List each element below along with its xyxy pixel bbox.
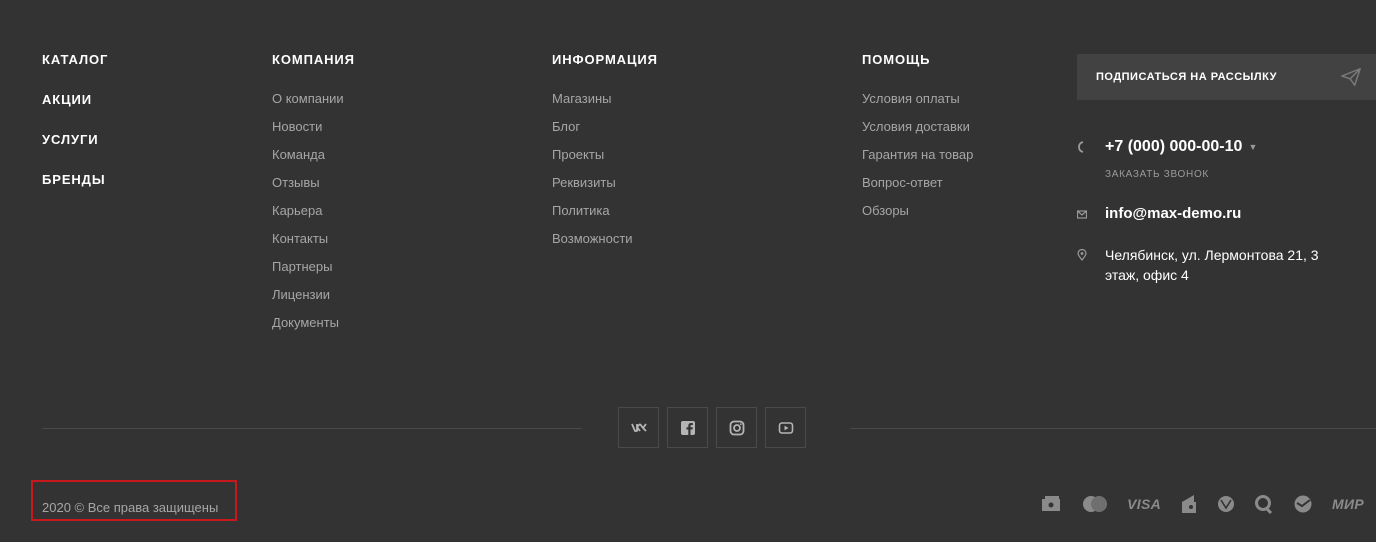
- info-link-projects[interactable]: Проекты: [552, 146, 658, 174]
- visa-icon: VISA: [1127, 496, 1162, 512]
- youtube-button[interactable]: [765, 407, 806, 448]
- info-link-blog[interactable]: Блог: [552, 118, 658, 146]
- payment-methods: VISA МИР: [1041, 494, 1364, 514]
- help-link-warranty[interactable]: Гарантия на товар: [862, 146, 973, 174]
- address-text: Челябинск, ул. Лермонтова 21, 3 этаж, оф…: [1105, 247, 1319, 283]
- help-link-reviews[interactable]: Обзоры: [862, 202, 973, 230]
- facebook-button[interactable]: [667, 407, 708, 448]
- company-link-reviews[interactable]: Отзывы: [272, 174, 355, 202]
- help-link-payment[interactable]: Условия оплаты: [862, 90, 973, 118]
- company-column: КОМПАНИЯ О компании Новости Команда Отзы…: [272, 50, 355, 342]
- company-link-team[interactable]: Команда: [272, 146, 355, 174]
- help-heading[interactable]: ПОМОЩЬ: [862, 50, 973, 70]
- company-heading[interactable]: КОМПАНИЯ: [272, 50, 355, 70]
- company-link-about[interactable]: О компании: [272, 90, 355, 118]
- callback-link[interactable]: ЗАКАЗАТЬ ЗВОНОК: [1105, 169, 1209, 180]
- qiwi-icon: [1254, 494, 1274, 514]
- vk-icon: [630, 422, 647, 432]
- phone-number[interactable]: +7 (000) 000-00-10 ▼: [1105, 137, 1257, 157]
- mail-icon: [1077, 210, 1087, 219]
- mir-icon: МИР: [1332, 496, 1364, 512]
- subscribe-button[interactable]: ПОДПИСАТЬСЯ НА РАССЫЛКУ: [1077, 54, 1376, 100]
- phone-text: +7 (000) 000-00-10: [1105, 138, 1243, 156]
- yandex-money-icon: [1180, 494, 1198, 514]
- nav-services[interactable]: УСЛУГИ: [42, 130, 108, 150]
- phone-row: +7 (000) 000-00-10 ▼: [1077, 137, 1257, 157]
- company-link-news[interactable]: Новости: [272, 118, 355, 146]
- copyright-text: 2020 © Все права защищены: [42, 500, 219, 515]
- help-link-delivery[interactable]: Условия доставки: [862, 118, 973, 146]
- vk-button[interactable]: [618, 407, 659, 448]
- subscribe-label: ПОДПИСАТЬСЯ НА РАССЫЛКУ: [1096, 71, 1277, 83]
- cash-icon: [1041, 494, 1063, 514]
- nav-catalog[interactable]: КАТАЛОГ: [42, 50, 108, 70]
- company-link-documents[interactable]: Документы: [272, 314, 355, 342]
- company-link-licenses[interactable]: Лицензии: [272, 286, 355, 314]
- help-link-faq[interactable]: Вопрос-ответ: [862, 174, 973, 202]
- webmoney-icon: [1217, 495, 1235, 513]
- email-row: info@max-demo.ru: [1077, 204, 1241, 224]
- nav-brands[interactable]: БРЕНДЫ: [42, 170, 108, 190]
- divider-right: [850, 428, 1376, 429]
- facebook-icon: [680, 420, 695, 435]
- company-link-career[interactable]: Карьера: [272, 202, 355, 230]
- instagram-icon: [729, 420, 744, 435]
- instagram-button[interactable]: [716, 407, 757, 448]
- sberbank-icon: [1293, 494, 1313, 514]
- address-row: Челябинск, ул. Лермонтова 21, 3 этаж, оф…: [1077, 245, 1355, 285]
- info-link-policy[interactable]: Политика: [552, 202, 658, 230]
- email-link[interactable]: info@max-demo.ru: [1105, 204, 1241, 224]
- location-pin-icon: [1077, 249, 1087, 261]
- social-links: [618, 407, 806, 448]
- info-heading[interactable]: ИНФОРМАЦИЯ: [552, 50, 658, 70]
- info-link-stores[interactable]: Магазины: [552, 90, 658, 118]
- info-link-features[interactable]: Возможности: [552, 230, 658, 258]
- info-column: ИНФОРМАЦИЯ Магазины Блог Проекты Реквизи…: [552, 50, 658, 258]
- nav-sales[interactable]: АКЦИИ: [42, 90, 108, 110]
- info-link-requisites[interactable]: Реквизиты: [552, 174, 658, 202]
- chevron-down-icon[interactable]: ▼: [1248, 142, 1257, 152]
- main-nav: КАТАЛОГ АКЦИИ УСЛУГИ БРЕНДЫ: [42, 50, 108, 210]
- company-link-partners[interactable]: Партнеры: [272, 258, 355, 286]
- mastercard-icon: [1082, 495, 1108, 513]
- paper-plane-icon: [1341, 68, 1361, 86]
- phone-icon: [1078, 141, 1084, 153]
- company-link-contacts[interactable]: Контакты: [272, 230, 355, 258]
- youtube-icon: [778, 421, 793, 434]
- help-column: ПОМОЩЬ Условия оплаты Условия доставки Г…: [862, 50, 973, 230]
- divider-left: [42, 428, 582, 429]
